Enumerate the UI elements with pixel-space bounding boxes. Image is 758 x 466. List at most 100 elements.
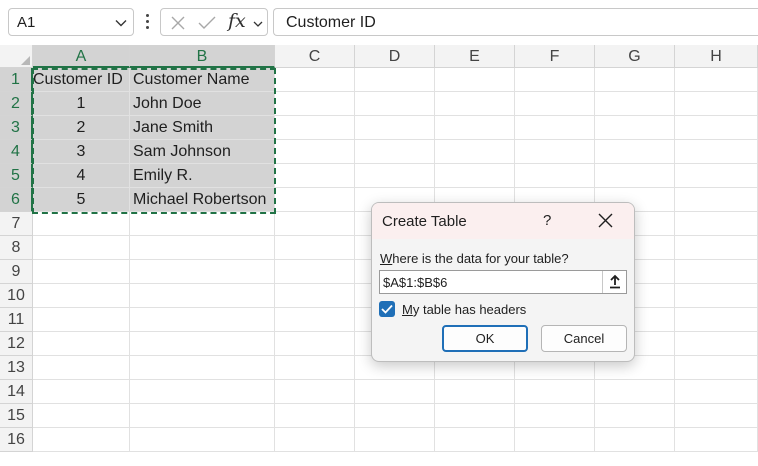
grid-cell[interactable] — [355, 428, 435, 452]
grid-cell[interactable] — [355, 92, 435, 116]
cancel-button[interactable]: Cancel — [541, 325, 627, 352]
grid-cell[interactable] — [675, 356, 758, 380]
range-input[interactable]: $A$1:$B$6 — [379, 270, 627, 294]
row-header[interactable]: 3 — [0, 116, 33, 140]
cell-a1[interactable]: Customer ID — [33, 68, 130, 92]
grid-cell[interactable] — [675, 332, 758, 356]
grid-cell[interactable] — [33, 260, 130, 284]
grid-cell[interactable] — [275, 428, 355, 452]
grid-cell[interactable] — [33, 404, 130, 428]
grid-cell[interactable] — [515, 140, 595, 164]
row-header[interactable]: 8 — [0, 236, 33, 260]
grid-cell[interactable] — [675, 116, 758, 140]
grid-cell[interactable] — [435, 140, 515, 164]
grid-cell[interactable] — [595, 140, 675, 164]
grid-cell[interactable] — [675, 260, 758, 284]
row-header[interactable]: 12 — [0, 332, 33, 356]
insert-function-icon[interactable]: fx — [228, 10, 246, 32]
row-header[interactable]: 1 — [0, 68, 33, 92]
cell-b5[interactable]: Emily R. — [130, 164, 275, 188]
grid-cell[interactable] — [675, 308, 758, 332]
grid-cell[interactable] — [275, 260, 355, 284]
headers-checkbox-label[interactable]: My table has headers — [402, 302, 526, 317]
row-header[interactable]: 14 — [0, 380, 33, 404]
row-header[interactable]: 5 — [0, 164, 33, 188]
name-box[interactable]: A1 — [8, 8, 134, 36]
grid-cell[interactable] — [675, 140, 758, 164]
cell-b4[interactable]: Sam Johnson — [130, 140, 275, 164]
grid-cell[interactable] — [275, 92, 355, 116]
grid-cell[interactable] — [435, 404, 515, 428]
grid-cell[interactable] — [435, 116, 515, 140]
grid-cell[interactable] — [130, 428, 275, 452]
grid-cell[interactable] — [675, 212, 758, 236]
cell-a4[interactable]: 3 — [33, 140, 130, 164]
grid-cell[interactable] — [33, 284, 130, 308]
grid-cell[interactable] — [275, 140, 355, 164]
grid-cell[interactable] — [675, 188, 758, 212]
grid-cell[interactable] — [275, 212, 355, 236]
grid-cell[interactable] — [435, 164, 515, 188]
grid-cell[interactable] — [515, 428, 595, 452]
row-header[interactable]: 2 — [0, 92, 33, 116]
row-header[interactable]: 4 — [0, 140, 33, 164]
grid-cell[interactable] — [130, 308, 275, 332]
chevron-down-icon[interactable] — [115, 17, 127, 29]
row-header[interactable]: 10 — [0, 284, 33, 308]
grid-cell[interactable] — [130, 260, 275, 284]
grid-cell[interactable] — [33, 356, 130, 380]
grid-cell[interactable] — [675, 428, 758, 452]
grid-cell[interactable] — [515, 92, 595, 116]
cell-b2[interactable]: John Doe — [130, 92, 275, 116]
grid-cell[interactable] — [595, 428, 675, 452]
row-header[interactable]: 9 — [0, 260, 33, 284]
grid-cell[interactable] — [435, 380, 515, 404]
grid-cell[interactable] — [130, 380, 275, 404]
grid-cell[interactable] — [595, 68, 675, 92]
grid-cell[interactable] — [515, 116, 595, 140]
grid-cell[interactable] — [515, 164, 595, 188]
grid-cell[interactable] — [275, 284, 355, 308]
more-options-icon[interactable] — [146, 14, 150, 30]
cell-a6[interactable]: 5 — [33, 188, 130, 212]
grid-cell[interactable] — [275, 236, 355, 260]
cell-b3[interactable]: Jane Smith — [130, 116, 275, 140]
grid-cell[interactable] — [275, 188, 355, 212]
grid-cell[interactable] — [130, 356, 275, 380]
grid-cell[interactable] — [275, 356, 355, 380]
grid-cell[interactable] — [130, 212, 275, 236]
grid-cell[interactable] — [275, 332, 355, 356]
grid-cell[interactable] — [355, 164, 435, 188]
column-header-c[interactable]: C — [275, 45, 355, 68]
grid-cell[interactable] — [33, 308, 130, 332]
help-button[interactable]: ? — [543, 212, 551, 229]
grid-cell[interactable] — [675, 284, 758, 308]
row-header[interactable]: 7 — [0, 212, 33, 236]
grid-cell[interactable] — [355, 140, 435, 164]
cell-a2[interactable]: 1 — [33, 92, 130, 116]
grid-cell[interactable] — [595, 116, 675, 140]
grid-cell[interactable] — [435, 68, 515, 92]
confirm-entry-icon[interactable] — [198, 15, 216, 31]
cell-b6[interactable]: Michael Robertson — [130, 188, 275, 212]
row-header[interactable]: 6 — [0, 188, 33, 212]
ok-button[interactable]: OK — [442, 325, 528, 352]
column-header-e[interactable]: E — [435, 45, 515, 68]
collapse-dialog-button[interactable] — [602, 271, 626, 293]
grid-cell[interactable] — [675, 164, 758, 188]
grid-cell[interactable] — [275, 164, 355, 188]
row-header[interactable]: 15 — [0, 404, 33, 428]
close-icon[interactable] — [598, 213, 613, 228]
grid-cell[interactable] — [675, 92, 758, 116]
select-all-corner[interactable] — [0, 45, 33, 68]
grid-cell[interactable] — [595, 164, 675, 188]
grid-cell[interactable] — [435, 92, 515, 116]
column-header-d[interactable]: D — [355, 45, 435, 68]
grid-cell[interactable] — [675, 68, 758, 92]
column-header-h[interactable]: H — [675, 45, 758, 68]
grid-cell[interactable] — [675, 404, 758, 428]
row-header[interactable]: 16 — [0, 428, 33, 452]
grid-cell[interactable] — [675, 236, 758, 260]
column-header-a[interactable]: A — [33, 45, 130, 68]
headers-checkbox[interactable] — [379, 301, 395, 317]
